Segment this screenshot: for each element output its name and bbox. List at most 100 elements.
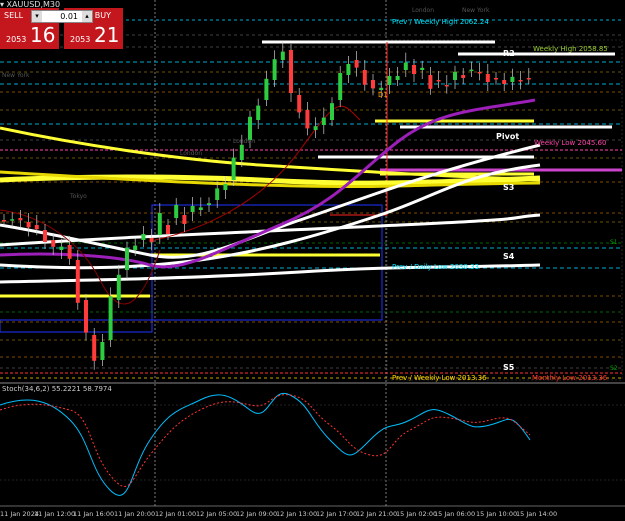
label-s1: S1: [610, 239, 618, 246]
candle-body: [207, 203, 211, 205]
sell-price-big: 16: [30, 23, 56, 47]
candle-body: [403, 62, 408, 70]
label-prev-weekly-low: Prev / Weekly Low 2013.36: [392, 374, 487, 382]
candle-body: [461, 75, 466, 78]
sell-label: SELL: [4, 11, 24, 20]
candle-body: [2, 220, 6, 222]
label-weekly-high: Weekly High 2058.85: [533, 45, 608, 53]
candle-body: [485, 74, 490, 82]
candle-body: [280, 51, 285, 60]
candle-body: [125, 247, 129, 270]
label-monthly-low: Monthly Low 2013.36: [532, 374, 608, 382]
time-axis-label: 15 Jan 06:00: [434, 510, 475, 518]
time-axis-label: 12 Jan 21:00: [356, 510, 397, 518]
candle-body: [26, 222, 31, 228]
candle-body: [108, 296, 113, 340]
candle-body: [289, 50, 293, 93]
lot-size-value: 0.01: [60, 12, 78, 21]
candle-body: [157, 213, 162, 235]
candle-body: [18, 218, 23, 221]
candle-body: [453, 71, 457, 80]
time-axis-label: 11 Jan 12:00: [34, 510, 75, 518]
one-click-trading-panel: SELL 2053 16 BUY 2053 21 ▾ 0.01 ▴: [0, 8, 123, 49]
label-pivot: Pivot: [496, 132, 519, 141]
lot-decrease-icon[interactable]: ▾: [32, 11, 42, 22]
candle-body: [239, 144, 244, 160]
candle-body: [256, 105, 261, 120]
time-axis-label: 12 Jan 17:00: [316, 510, 357, 518]
time-axis-label: 12 Jan 09:00: [236, 510, 277, 518]
time-axis-label: 15 Jan 02:00: [396, 510, 437, 518]
candle-body: [305, 110, 310, 129]
candle-body: [116, 274, 121, 300]
time-axis-label: 11 Jan 20:00: [114, 510, 155, 518]
candle-body: [502, 80, 507, 84]
label-d1: D1: [378, 91, 388, 99]
candle-body: [444, 85, 449, 87]
stoch-label: Stoch(34,6,2) 55.2221 58.7974: [2, 385, 112, 393]
label-prev-daily-low: Prev / Daily Low 2030.33: [392, 263, 479, 271]
candle-body: [51, 240, 56, 247]
candle-body: [313, 126, 318, 130]
session-new-york-1: New York: [2, 72, 30, 79]
candle-body: [149, 238, 154, 243]
candle-body: [100, 342, 105, 360]
candle-body: [354, 60, 359, 68]
candle-body: [387, 76, 392, 85]
label-s2: S2: [610, 365, 618, 372]
candle-body: [330, 103, 334, 120]
label-prev-weekly-high: Prev / Weekly High 2062.24: [392, 18, 489, 26]
price-chart[interactable]: Prev / Weekly High 2062.24 Weekly High 2…: [0, 0, 625, 521]
candle-body: [190, 206, 195, 212]
candle-body: [174, 205, 179, 218]
candle-body: [477, 72, 482, 74]
time-axis-label: 15 Jan 10:00: [476, 510, 517, 518]
lot-increase-icon[interactable]: ▴: [82, 11, 92, 22]
candle-body: [412, 65, 416, 74]
label-s5: S5: [503, 363, 515, 372]
label-s3: S3: [503, 183, 514, 192]
candle-body: [141, 234, 146, 240]
time-axis-label: 12 Jan 05:00: [196, 510, 237, 518]
candle-body: [510, 76, 515, 82]
candle-body: [10, 219, 15, 221]
time-axis-label: 15 Jan 14:00: [516, 510, 557, 518]
candle-body: [346, 64, 351, 75]
candle-body: [92, 335, 97, 361]
candle-body: [395, 76, 400, 80]
candle-body: [321, 117, 326, 125]
label-r2: R2: [503, 49, 515, 58]
time-axis-label: 12 Jan 13:00: [276, 510, 317, 518]
lot-size-input[interactable]: ▾ 0.01 ▴: [31, 10, 93, 23]
candle-body: [428, 75, 433, 89]
buy-price-big: 21: [94, 23, 120, 47]
session-london-2: London: [180, 150, 202, 157]
buy-price-prefix: 2053: [70, 35, 91, 44]
candle-body: [272, 59, 277, 80]
time-axis-label: 12 Jan 01:00: [155, 510, 196, 518]
candle-body: [84, 300, 88, 333]
session-london-1: London: [412, 7, 434, 14]
time-axis: 11 Jan 202411 Jan 12:0011 Jan 16:00 11 Ja…: [0, 510, 557, 518]
candle-body: [420, 67, 425, 70]
candle-body: [526, 78, 531, 80]
label-s4: S4: [503, 252, 515, 261]
candle-body: [223, 184, 228, 190]
candle-body: [518, 80, 523, 82]
time-axis-label: 11 Jan 16:00: [73, 510, 114, 518]
candle-body: [264, 78, 269, 100]
candle-body: [59, 246, 64, 250]
candle-body: [43, 230, 47, 242]
candle-body: [297, 95, 302, 113]
label-weekly-low: Weekly Low 2045.60: [534, 139, 606, 147]
candle-body: [182, 215, 187, 224]
candle-body: [67, 245, 72, 259]
candle-body: [166, 225, 170, 234]
buy-label: BUY: [94, 11, 111, 20]
session-tokyo: Tokyo: [69, 193, 87, 200]
candle-body: [362, 70, 367, 85]
candle-body: [215, 188, 220, 200]
candle-body: [75, 260, 80, 303]
candle-body: [338, 73, 343, 100]
candle-body: [494, 78, 498, 80]
